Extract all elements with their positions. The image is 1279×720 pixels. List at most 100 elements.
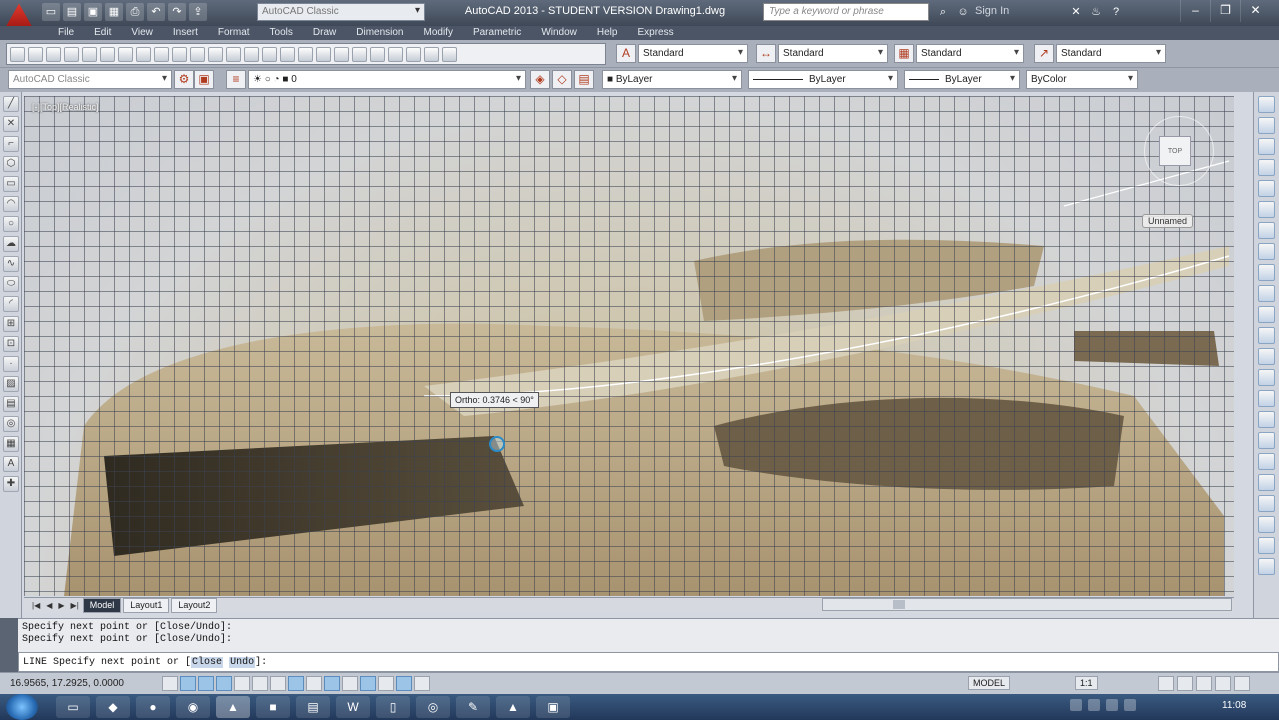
point-icon[interactable]: ·: [3, 356, 19, 372]
annotation-scale[interactable]: 1:1: [1075, 676, 1098, 690]
option-close[interactable]: Close: [191, 657, 224, 668]
workspace-switcher[interactable]: AutoCAD Classic: [257, 3, 425, 21]
first-tab-icon[interactable]: |◀: [30, 601, 42, 610]
lock-ui-icon[interactable]: [1177, 676, 1193, 691]
workspace-icon[interactable]: ▣: [194, 70, 214, 89]
dim-style-icon[interactable]: ↔: [756, 44, 776, 63]
help-tool-icon[interactable]: [442, 46, 457, 62]
transparency-icon[interactable]: [360, 676, 376, 691]
cut-icon[interactable]: [136, 46, 151, 62]
minimize-icon[interactable]: –: [1180, 0, 1210, 22]
next-tab-icon[interactable]: ▶: [56, 601, 66, 610]
sheet-set-icon[interactable]: [388, 46, 403, 62]
chamfer-icon[interactable]: [1258, 369, 1275, 386]
rectangle-icon[interactable]: ▭: [3, 176, 19, 192]
hardware-acceleration-icon[interactable]: [1215, 676, 1231, 691]
app-icon[interactable]: ▣: [536, 696, 570, 718]
dim-style-select[interactable]: Standard: [778, 44, 888, 63]
model-space-button[interactable]: MODEL: [968, 676, 1011, 690]
network-icon[interactable]: [1088, 699, 1100, 711]
blend-icon[interactable]: [1258, 411, 1275, 428]
menu-view[interactable]: View: [121, 26, 163, 40]
workspace-settings-icon[interactable]: ⚙: [174, 70, 194, 89]
isolate-objects-icon[interactable]: [1196, 676, 1212, 691]
object-snap-icon[interactable]: [1258, 516, 1275, 533]
color-select[interactable]: ■ ByLayer: [602, 70, 742, 89]
layer-manager-icon[interactable]: ≡: [226, 70, 246, 89]
menu-tools[interactable]: Tools: [260, 26, 303, 40]
horizontal-scrollbar[interactable]: [822, 598, 1232, 611]
acrobat-icon[interactable]: ◆: [96, 696, 130, 718]
selection-cycling-icon[interactable]: [396, 676, 412, 691]
markup-icon[interactable]: [406, 46, 421, 62]
stretch-icon[interactable]: [1258, 264, 1275, 281]
inquiry-icon[interactable]: [1258, 558, 1275, 575]
menu-help[interactable]: Help: [587, 26, 628, 40]
save-as-icon[interactable]: ▦: [105, 3, 123, 21]
workspace-select[interactable]: AutoCAD Classic: [8, 70, 172, 89]
ducs-icon[interactable]: [306, 676, 322, 691]
table-icon[interactable]: ▦: [3, 436, 19, 452]
dynamic-input-icon[interactable]: [324, 676, 340, 691]
polyline-icon[interactable]: ⌐: [3, 136, 19, 152]
quick-properties-icon[interactable]: [378, 676, 394, 691]
share-icon[interactable]: ⇪: [189, 3, 207, 21]
polygon-icon[interactable]: ⬡: [3, 156, 19, 172]
clock[interactable]: 11:08: [1222, 700, 1246, 711]
autocad-icon[interactable]: ▲: [216, 696, 250, 718]
draworder-icon[interactable]: [1258, 453, 1275, 470]
insert-block-icon[interactable]: ⊞: [3, 316, 19, 332]
table-style-icon[interactable]: ▦: [894, 44, 914, 63]
menu-dimension[interactable]: Dimension: [346, 26, 413, 40]
redo-icon[interactable]: ↷: [168, 3, 186, 21]
undo-tool-icon[interactable]: [226, 46, 241, 62]
multileader-style-icon[interactable]: ↗: [1034, 44, 1054, 63]
user-icon[interactable]: ☺: [955, 4, 971, 20]
volume-icon[interactable]: [1106, 699, 1118, 711]
zoom-window-icon[interactable]: [298, 46, 313, 62]
pan-icon[interactable]: [262, 46, 277, 62]
close-icon[interactable]: ✕: [1240, 0, 1270, 22]
explorer-icon[interactable]: ▭: [56, 696, 90, 718]
plot-icon[interactable]: ⎙: [126, 3, 144, 21]
snap-mode-icon[interactable]: [180, 676, 196, 691]
erase-icon[interactable]: [1258, 96, 1275, 113]
tab-layout1[interactable]: Layout1: [123, 598, 170, 613]
quickcalc-icon[interactable]: [424, 46, 439, 62]
document-icon[interactable]: ▯: [376, 696, 410, 718]
copy-icon[interactable]: [154, 46, 169, 62]
option-undo[interactable]: Undo: [229, 657, 256, 668]
3d-osnap-icon[interactable]: [270, 676, 286, 691]
object-snap-tracking-icon[interactable]: [288, 676, 304, 691]
menu-edit[interactable]: Edit: [84, 26, 121, 40]
grid-display-icon[interactable]: [198, 676, 214, 691]
text-style-select[interactable]: Standard: [638, 44, 748, 63]
menu-window[interactable]: Window: [531, 26, 587, 40]
trim-icon[interactable]: [1258, 285, 1275, 302]
workspace-switch-icon[interactable]: [1158, 676, 1174, 691]
command-window-handle[interactable]: [0, 618, 18, 672]
browser-icon[interactable]: ◉: [176, 696, 210, 718]
plotstyle-select[interactable]: ByColor: [1026, 70, 1138, 89]
help-icon[interactable]: ?: [1108, 4, 1124, 20]
tool-palettes-icon[interactable]: [370, 46, 385, 62]
annotation-monitor-icon[interactable]: [414, 676, 430, 691]
scale-icon[interactable]: [1258, 243, 1275, 260]
extend-icon[interactable]: [1258, 306, 1275, 323]
menu-insert[interactable]: Insert: [163, 26, 208, 40]
menu-draw[interactable]: Draw: [303, 26, 346, 40]
make-block-icon[interactable]: ⊡: [3, 336, 19, 352]
object-snap-toggle-icon[interactable]: [252, 676, 268, 691]
menu-express[interactable]: Express: [627, 26, 683, 40]
publish-icon[interactable]: [100, 46, 115, 62]
tray-icon[interactable]: [1070, 699, 1082, 711]
layer-tools-icon[interactable]: [1258, 474, 1275, 491]
ellipse-arc-icon[interactable]: ◜: [3, 296, 19, 312]
group-icon[interactable]: [1258, 495, 1275, 512]
rotate-icon[interactable]: [1258, 222, 1275, 239]
lineweight-select[interactable]: ByLayer: [904, 70, 1020, 89]
tab-model[interactable]: Model: [82, 598, 122, 613]
paste-icon[interactable]: [172, 46, 187, 62]
circle-icon[interactable]: ○: [3, 216, 19, 232]
notepad-icon[interactable]: ▤: [296, 696, 330, 718]
